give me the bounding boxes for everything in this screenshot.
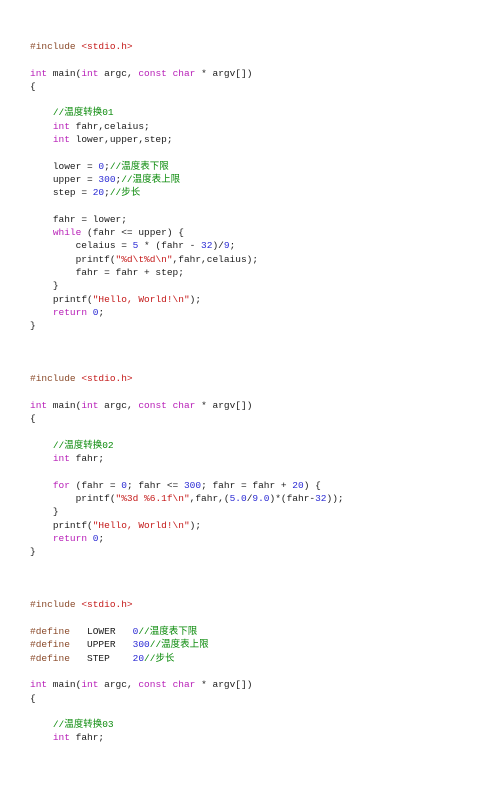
- code-block-3: #include <stdio.h> #define LOWER 0//温度表下…: [30, 599, 252, 743]
- code-block-1: #include <stdio.h> int main(int argc, co…: [30, 41, 258, 331]
- code-listing: #include <stdio.h> int main(int argc, co…: [30, 40, 470, 745]
- code-block-2: #include <stdio.h> int main(int argc, co…: [30, 373, 344, 557]
